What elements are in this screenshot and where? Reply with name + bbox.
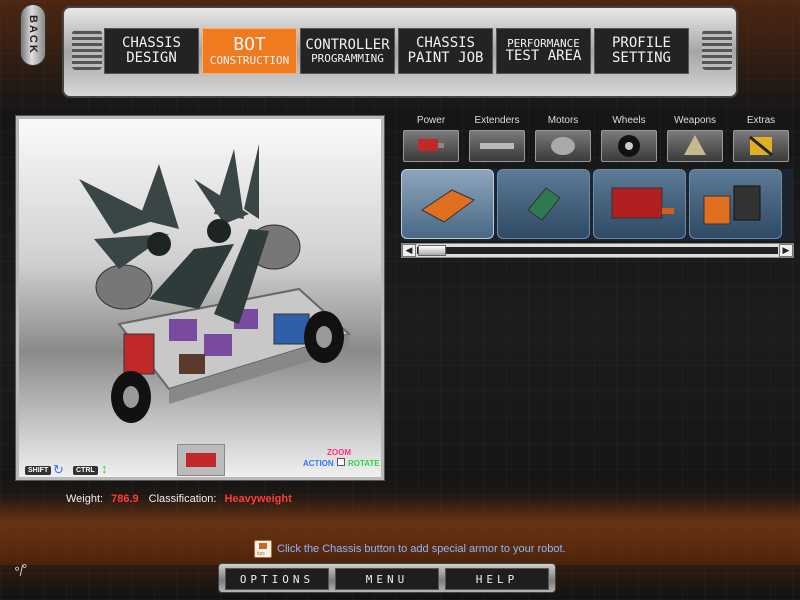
back-label: BACK	[27, 15, 39, 55]
zoom-label: ZOOM	[327, 448, 351, 457]
nav-bolt-right	[702, 30, 732, 70]
rotate-arrow-icon: ↻	[53, 462, 64, 477]
tab-label-line1: CHASSIS	[121, 35, 181, 52]
robot-3d-viewport[interactable]: SHIFT ↻ CTRL ↕ ZOOM ACTION ROTATE	[16, 116, 384, 480]
part-item[interactable]	[401, 169, 494, 239]
mouse-icon	[337, 458, 345, 466]
tab-label-line2: PAINT JOB	[407, 50, 484, 66]
tab-bot-construction[interactable]: BOT CONSTRUCTION	[202, 28, 297, 74]
scroll-thumb[interactable]	[418, 245, 446, 256]
parts-scrollbar[interactable]: ◀ ▶	[401, 243, 794, 258]
category-label: Motors	[547, 115, 579, 126]
weight-value: 786.9	[111, 493, 139, 505]
ctrl-key-hint: CTRL	[73, 466, 98, 475]
tab-label-line2: TEST AREA	[505, 48, 582, 65]
scroll-left-icon[interactable]: ◀	[402, 244, 416, 257]
circuit-board-icon	[527, 187, 561, 221]
category-label: Power	[416, 115, 446, 126]
classification-label: Classification:	[148, 493, 217, 505]
extender-icon	[469, 130, 525, 162]
nav-bolt-left	[72, 30, 102, 70]
tab-label-line1: BOT	[233, 33, 266, 55]
power-icon	[403, 130, 459, 162]
category-label: Weapons	[673, 115, 717, 126]
category-power[interactable]: Power	[398, 112, 464, 162]
tab-label-line2: CONSTRUCTION	[209, 53, 290, 67]
category-label: Wheels	[612, 115, 646, 126]
category-extras[interactable]: Extras	[728, 112, 794, 162]
options-button[interactable]: OPTIONS	[225, 568, 329, 590]
classification-value: Heavyweight	[224, 493, 292, 505]
tab-label-line2: DESIGN	[126, 50, 177, 66]
motor-icon	[535, 130, 591, 162]
category-extenders[interactable]: Extenders	[464, 112, 530, 162]
robot-model-icon	[79, 144, 351, 423]
battery-pack-orange-icon	[421, 189, 475, 223]
weapon-icon	[667, 130, 723, 162]
weight-stats: Weight: 786.9 Classification: Heavyweight	[66, 493, 292, 505]
tips-icon: tips	[254, 540, 272, 558]
back-button[interactable]: BACK	[20, 4, 46, 66]
wheel-icon	[601, 130, 657, 162]
tab-label-line1: CHASSIS	[415, 35, 475, 52]
tab-chassis-paint-job[interactable]: CHASSIS PAINT JOB	[398, 28, 493, 74]
tab-label-line1: CONTROLLER	[305, 36, 390, 53]
category-wheels[interactable]: Wheels	[596, 112, 662, 162]
action-label: ACTION	[303, 459, 334, 468]
parts-panel: Power Extenders Motors Wheels Weapons Ex…	[398, 112, 794, 262]
tip-bar: tips Click the Chassis button to add spe…	[254, 540, 566, 558]
category-label: Extenders	[474, 115, 520, 126]
tab-profile-setting[interactable]: PROFILE SETTING	[594, 28, 689, 74]
part-item[interactable]	[593, 169, 686, 239]
category-weapons[interactable]: Weapons	[662, 112, 728, 162]
vertical-arrow-icon: ↕	[101, 461, 108, 476]
part-thumbnail	[177, 444, 225, 476]
tip-text: Click the Chassis button to add special …	[277, 543, 566, 555]
help-button[interactable]: HELP	[445, 568, 549, 590]
battery-cells-icon	[703, 185, 761, 225]
part-category-row: Power Extenders Motors Wheels Weapons Ex…	[398, 112, 794, 162]
scroll-right-icon[interactable]: ▶	[779, 244, 793, 257]
tab-label-line2: PROGRAMMING	[311, 51, 384, 65]
red-battery-icon	[611, 187, 674, 219]
weight-label: Weight:	[66, 493, 104, 505]
category-label: Extras	[746, 115, 776, 126]
tab-performance-test-area[interactable]: PERFORMANCE TEST AREA	[496, 28, 591, 74]
tab-label-line1: PROFILE	[611, 35, 671, 52]
part-item[interactable]	[497, 169, 590, 239]
scroll-track[interactable]	[417, 247, 778, 254]
category-motors[interactable]: Motors	[530, 112, 596, 162]
tab-label-line2: SETTING	[611, 50, 671, 66]
tips-icon-label: tips	[257, 551, 265, 557]
part-item[interactable]	[689, 169, 782, 239]
tab-controller-programming[interactable]: CONTROLLER PROGRAMMING	[300, 28, 395, 74]
rotate-label: ROTATE	[348, 459, 380, 468]
tab-chassis-design[interactable]: CHASSIS DESIGN	[104, 28, 199, 74]
part-items-row	[401, 169, 794, 241]
top-nav: CHASSIS DESIGN BOT CONSTRUCTION CONTROLL…	[100, 28, 700, 78]
extras-icon	[733, 130, 789, 162]
menu-button[interactable]: MENU	[335, 568, 439, 590]
bottom-menu-bar: OPTIONS MENU HELP	[218, 563, 556, 593]
shift-key-hint: SHIFT	[25, 466, 52, 475]
